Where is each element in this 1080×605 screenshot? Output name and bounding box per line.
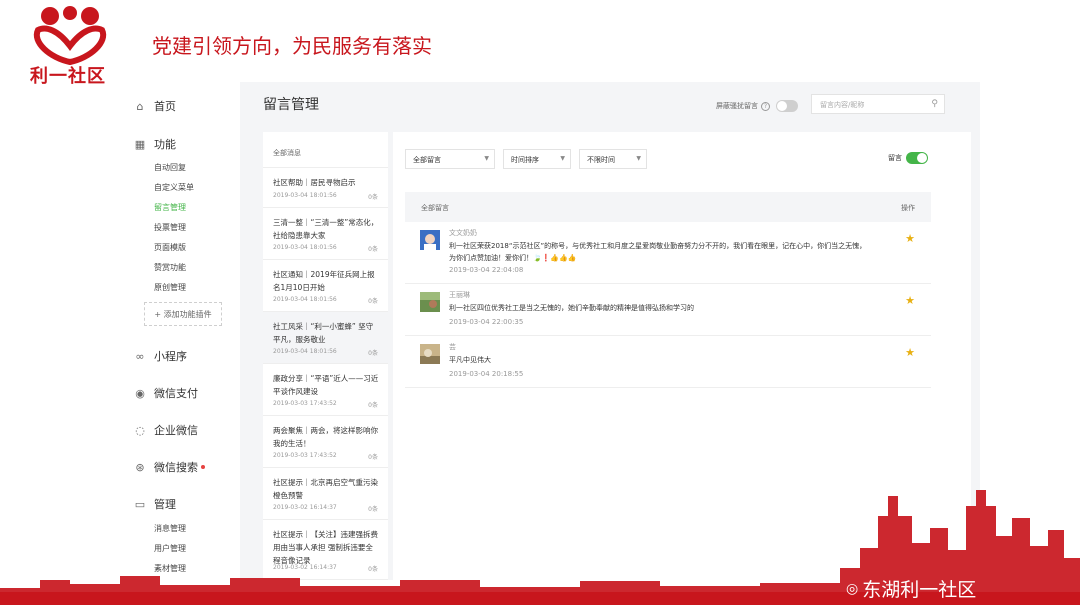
star-icon[interactable]: ★ [905,294,915,307]
article-item[interactable]: 廉政分享｜“平语”近人——习近平谈作风建设 2019-03-03 17:43:5… [263,364,388,416]
comment-filter-dropdown[interactable]: 全部留言 ▼ [405,149,495,169]
sidebar-item-wechat-pay[interactable]: ◉ 微信支付 [134,385,198,401]
commenter-name: 文文奶奶 [449,229,477,237]
sort-dropdown[interactable]: 时间排序 ▼ [503,149,571,169]
article-item[interactable]: 两会聚焦｜两会，将这样影响你我的生活！ 2019-03-03 17:43:52 0… [263,416,388,468]
sidebar-sub-custom-menu[interactable]: 自定义菜单 [154,182,194,193]
star-icon[interactable]: ★ [905,232,915,245]
help-icon[interactable]: ? [761,101,770,111]
comment-text: 利一社区四位优秀社工是当之无愧的，她们辛勤奉献的精神是值得弘扬和学习的 [449,304,694,312]
work-wechat-icon: ◌ [135,423,145,437]
article-item[interactable]: 三清一整｜“三清一整”常态化，社给隐患靠大家 2019-03-04 18:01:… [263,208,388,260]
article-date: 2019-03-04 18:01:56 [273,296,337,303]
sidebar-label-home: 首页 [154,100,176,113]
home-icon: ⌂ [136,99,144,113]
sidebar-item-functions[interactable]: ▦ 功能 [134,136,176,152]
sidebar-item-wechat-search[interactable]: ⊛ 微信搜索 [134,459,205,475]
logo-text: 利一社区 [30,66,106,87]
article-title: 社区通知｜2019年征兵网上报名1月10日开始 [273,270,375,292]
article-title: 三清一整｜“三清一整”常态化，社给隐患靠大家 [273,218,379,240]
star-icon[interactable]: ★ [905,346,915,359]
comment-filter-value: 全部留言 [413,156,441,164]
time-range-value: 不限时间 [587,156,615,164]
grid-icon: ▦ [134,137,146,151]
article-item[interactable]: 社区帮助｜居民寻物启示 2019-03-04 18:01:56 0条 [263,168,388,208]
search-input[interactable]: 留言内容/昵称 ⚲ [811,94,945,114]
sidebar-sub-reward[interactable]: 赞赏功能 [154,262,186,273]
comment-row: 芸 平凡中见伟大 2019-03-04 20:18:55 ★ [405,336,931,388]
article-item-selected[interactable]: 社工风采｜“利一小蜜蜂” 坚守平凡，服务敬业 2019-03-04 18:01:… [263,312,388,364]
comment-time: 2019-03-04 20:18:55 [449,370,524,378]
comments-table-header: 全部留言 操作 [405,192,931,222]
chevron-down-icon: ▼ [636,155,641,162]
sidebar-sub-auto-reply[interactable]: 自动回复 [154,162,186,173]
article-title: 两会聚焦｜两会，将这样影响你我的生活！ [273,426,378,448]
time-range-dropdown[interactable]: 不限时间 ▼ [579,149,647,169]
comment-text: 利一社区荣获2018“示范社区”的称号，与优秀社工和月度之星爱岗敬业勤奋努力分不… [449,242,867,262]
commenter-name: 芸 [449,343,456,351]
article-item[interactable]: 社区通知｜2019年征兵网上报名1月10日开始 2019-03-04 18:01… [263,260,388,312]
pay-icon: ◉ [135,386,145,400]
article-date: 2019-03-04 18:01:56 [273,244,337,251]
article-title: 廉政分享｜“平语”近人——习近平谈作风建设 [273,374,379,396]
sidebar-item-miniprogram[interactable]: ∞ 小程序 [134,348,187,364]
add-plugin-button[interactable]: + 添加功能插件 [144,302,222,326]
avatar [420,230,440,250]
header-actions: 操作 [901,204,915,212]
article-list-header: 全部消息 [263,132,388,168]
chevron-down-icon: ▼ [484,155,489,162]
wechat-icon: ◎ [846,580,859,597]
sidebar-item-home[interactable]: ⌂ 首页 [134,98,177,114]
article-count: 0条 [368,194,378,201]
comments-toggle-label: 留言 [888,154,902,162]
comments-enabled-control: 留言 [888,152,928,164]
sidebar-label-functions: 功能 [154,138,176,151]
header-all-comments: 全部留言 [421,204,449,212]
article-date: 2019-03-04 18:01:56 [273,192,337,199]
spam-filter-toggle[interactable] [776,100,798,112]
page-title: 留言管理 [263,97,319,113]
search-icon[interactable]: ⚲ [931,99,938,109]
avatar [420,292,440,312]
brand-watermark: ◎ 东湖利一社区 [846,575,976,602]
sidebar-label-miniprogram: 小程序 [154,350,187,363]
article-title: 社区帮助｜居民寻物启示 [273,178,356,187]
search-circle-icon: ⊛ [135,460,145,474]
chevron-down-icon: ▼ [560,155,565,162]
sidebar-label-wechat-pay: 微信支付 [154,387,198,400]
sort-value: 时间排序 [511,156,539,164]
article-count: 0条 [368,350,378,357]
comment-row: 文文奶奶 利一社区荣获2018“示范社区”的称号，与优秀社工和月度之星爱岗敬业勤… [405,222,931,284]
article-count: 0条 [368,454,378,461]
notification-dot [201,465,205,469]
sidebar-sub-page-template[interactable]: 页面模版 [154,242,186,253]
sidebar-sub-vote-manage[interactable]: 投票管理 [154,222,186,233]
spam-filter-label: 屏蔽骚扰留言 [716,102,758,110]
article-date: 2019-03-03 17:43:52 [273,400,337,407]
sidebar-label-work-wechat: 企业微信 [154,424,198,437]
article-date: 2019-03-03 17:43:52 [273,452,337,459]
brand-text: 东湖利一社区 [862,579,977,601]
article-count: 0条 [368,298,378,305]
link-icon: ∞ [135,349,145,363]
sidebar-item-work-wechat[interactable]: ◌ 企业微信 [134,422,198,438]
avatar [420,344,440,364]
sidebar-label-wechat-search: 微信搜索 [154,461,198,474]
article-title: 社工风采｜“利一小蜜蜂” 坚守平凡，服务敬业 [273,322,374,344]
comment-time: 2019-03-04 22:04:08 [449,266,524,274]
sidebar-sub-original[interactable]: 原创管理 [154,282,186,293]
article-count: 0条 [368,246,378,253]
comments-toggle[interactable] [906,152,928,164]
article-date: 2019-03-04 18:01:56 [273,348,337,355]
comment-time: 2019-03-04 22:00:35 [449,318,524,326]
comment-row: 王丽琳 利一社区四位优秀社工是当之无愧的，她们辛勤奉献的精神是值得弘扬和学习的 … [405,284,931,336]
slide-title: 党建引领方向，为民服务有落实 [152,34,432,58]
search-placeholder: 留言内容/昵称 [820,101,865,109]
spam-filter-control: 屏蔽骚扰留言 ? [716,100,798,112]
comment-text: 平凡中见伟大 [449,356,491,364]
article-count: 0条 [368,402,378,409]
commenter-name: 王丽琳 [449,291,470,299]
sidebar-sub-comment-manage[interactable]: 留言管理 [154,202,186,213]
